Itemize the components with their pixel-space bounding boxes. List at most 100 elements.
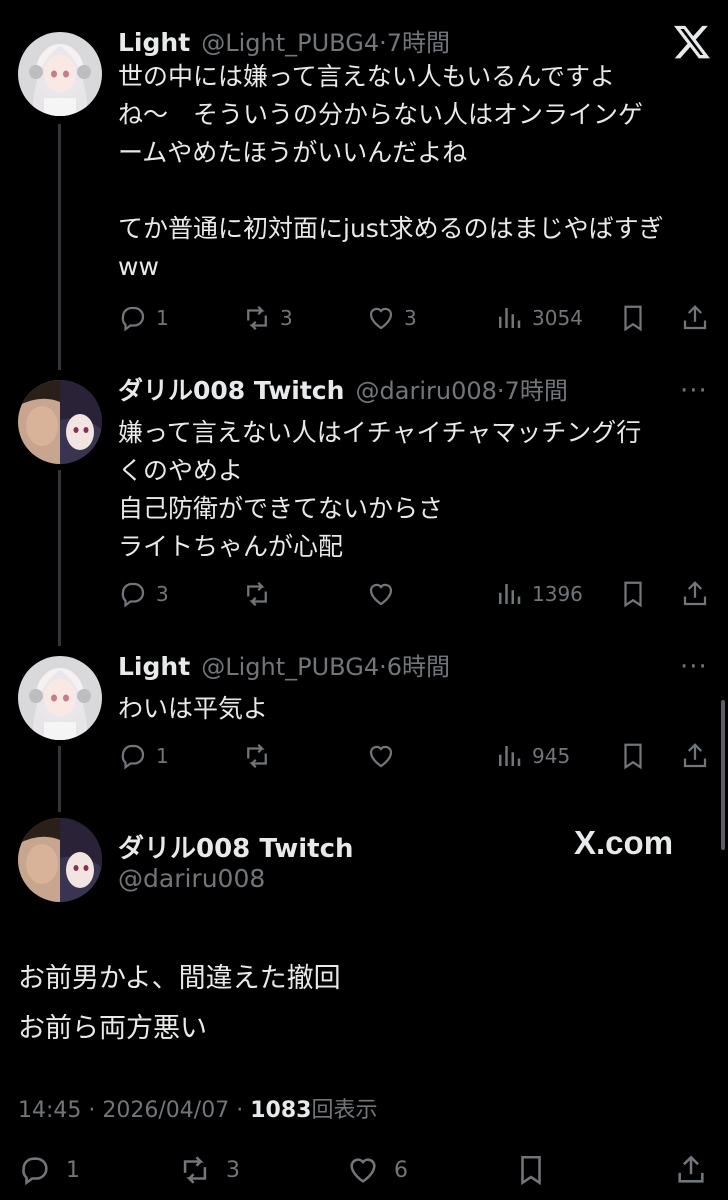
reply-button[interactable]: 1	[18, 1150, 80, 1190]
share-icon	[683, 305, 707, 330]
retweet-count: 3	[280, 306, 293, 330]
avatar-light[interactable]	[18, 32, 102, 116]
analytics-icon	[499, 308, 521, 328]
bookmark-button[interactable]	[618, 736, 648, 776]
retweet-icon	[247, 743, 267, 769]
retweet-button[interactable]: 3	[242, 298, 293, 338]
analytics-icon	[499, 746, 521, 766]
main-tweet-actions: 1 3 6	[18, 1150, 714, 1190]
author-handle[interactable]: @Light_PUBG4	[201, 653, 379, 681]
reply-icon	[121, 582, 145, 608]
like-button[interactable]	[366, 736, 404, 776]
main-tweet-text: お前男かよ、間違えた撤回 お前ら両方悪い	[18, 963, 341, 1044]
post-time[interactable]: 14:45	[18, 1098, 81, 1123]
tweet-actions: 3 1396	[118, 574, 714, 614]
tweet-time[interactable]: 7時間	[387, 29, 450, 57]
like-count: 6	[394, 1157, 408, 1183]
avatar-light[interactable]	[18, 656, 102, 740]
reply-button[interactable]: 3	[118, 574, 169, 614]
tweet-time[interactable]: 7時間	[505, 377, 568, 405]
retweet-icon	[247, 305, 267, 331]
author-name[interactable]: Light	[118, 652, 190, 681]
like-count: 3	[404, 306, 417, 330]
bookmark-button[interactable]	[618, 574, 648, 614]
reply-icon	[121, 306, 145, 332]
bookmark-button[interactable]	[618, 298, 648, 338]
bookmark-icon	[624, 305, 642, 332]
tweet-time[interactable]: 6時間	[387, 653, 450, 681]
retweet-icon	[183, 1156, 207, 1184]
author-name[interactable]: Light	[118, 28, 190, 57]
bookmark-icon	[624, 581, 642, 608]
retweet-count: 3	[226, 1157, 240, 1183]
share-button[interactable]	[674, 1150, 708, 1190]
retweet-icon	[247, 581, 267, 607]
share-icon	[683, 743, 707, 768]
heart-icon	[369, 745, 393, 768]
share-button[interactable]	[680, 298, 710, 338]
author-handle[interactable]: @Light_PUBG4	[201, 29, 379, 57]
heart-icon	[369, 307, 393, 330]
tweet-header: ダリル008 Twitch @dariru008·7時間	[118, 376, 568, 409]
more-options-icon[interactable]: ···	[680, 376, 708, 406]
tweet-text: わいは平気よ	[118, 694, 269, 723]
author-handle[interactable]: @dariru008	[356, 377, 497, 405]
avatar-dariru[interactable]	[18, 818, 102, 902]
separator: ·	[379, 29, 387, 57]
post-date[interactable]: 2026/04/07	[102, 1098, 229, 1123]
like-button[interactable]: 6	[346, 1150, 408, 1190]
like-button[interactable]	[366, 574, 404, 614]
reply-count: 1	[156, 744, 169, 768]
share-icon	[678, 1155, 704, 1183]
like-button[interactable]: 3	[366, 298, 417, 338]
main-author-handle[interactable]: @dariru008	[118, 864, 265, 893]
view-count: 945	[532, 744, 571, 768]
author-name[interactable]: ダリル008 Twitch	[118, 376, 344, 405]
separator: ·	[379, 653, 387, 681]
more-options-icon[interactable]: ···	[680, 652, 708, 682]
separator: ·	[88, 1098, 96, 1123]
thread-line	[58, 746, 61, 812]
avatar-dariru[interactable]	[18, 380, 102, 464]
share-button[interactable]	[680, 574, 710, 614]
thread-line	[58, 470, 61, 646]
tweet-header: Light @Light_PUBG4·6時間	[118, 652, 450, 685]
tweet-text: 嫌って言えない人はイチャイチャマッチング行 くのやめよ 自己防衛ができてないから…	[118, 418, 642, 561]
share-icon	[683, 581, 707, 606]
reply-button[interactable]: 1	[118, 736, 169, 776]
separator: ·	[236, 1098, 244, 1123]
thread-line	[58, 124, 61, 370]
tweet-text: 世の中には嫌って言えない人もいるんですよ ね〜 そういうの分からない人はオンライ…	[118, 62, 664, 281]
reply-count: 3	[156, 582, 169, 606]
share-button[interactable]	[680, 736, 710, 776]
heart-icon	[350, 1158, 376, 1183]
reply-count: 1	[156, 306, 169, 330]
heart-icon	[369, 583, 393, 606]
reply-icon	[121, 744, 145, 770]
views-button[interactable]: 945	[494, 736, 570, 776]
main-author-name[interactable]: ダリル008 Twitch	[118, 828, 354, 865]
reply-count: 1	[66, 1157, 80, 1183]
meta-line: 14:45 · 2026/04/07 · 1083回表示	[18, 1092, 377, 1124]
retweet-button[interactable]: 3	[178, 1150, 240, 1190]
views-label: 回表示	[311, 1098, 378, 1123]
reply-icon	[22, 1157, 48, 1186]
analytics-icon	[499, 584, 521, 604]
tweet-header: Light @Light_PUBG4·7時間	[118, 28, 450, 61]
tweet-actions: 1 945	[118, 736, 714, 776]
view-total[interactable]: 1083	[250, 1098, 311, 1123]
retweet-button[interactable]	[242, 574, 280, 614]
bookmark-icon	[521, 1155, 541, 1186]
bookmark-icon	[624, 743, 642, 770]
source-label: X.com	[574, 824, 674, 861]
scrollbar[interactable]	[721, 700, 725, 850]
tweet-actions: 1 3 3 3054	[118, 298, 714, 338]
retweet-button[interactable]	[242, 736, 280, 776]
bookmark-button[interactable]	[514, 1150, 548, 1190]
views-button[interactable]: 1396	[494, 574, 583, 614]
view-count: 3054	[532, 306, 583, 330]
separator: ·	[496, 377, 505, 405]
views-button[interactable]: 3054	[494, 298, 583, 338]
view-count: 1396	[532, 582, 583, 606]
reply-button[interactable]: 1	[118, 298, 169, 338]
